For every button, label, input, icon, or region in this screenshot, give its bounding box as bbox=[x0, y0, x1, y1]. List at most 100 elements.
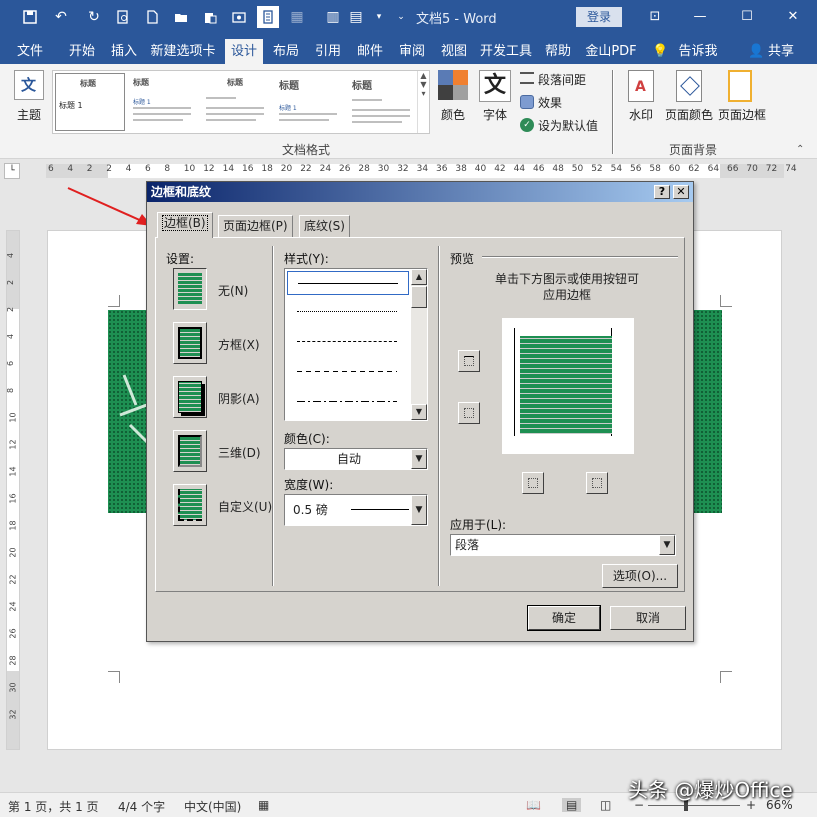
page-count[interactable]: 第 1 页，共 1 页 bbox=[8, 798, 99, 815]
gallery-scroll[interactable]: ▲ ▼ ▾ bbox=[417, 71, 429, 133]
minimize-icon[interactable]: — bbox=[685, 6, 715, 28]
setting-shadow-label[interactable]: 阴影(A) bbox=[218, 390, 260, 407]
login-button[interactable]: 登录 bbox=[576, 7, 622, 27]
style-scrollbar[interactable]: ▲ ▼ bbox=[411, 269, 427, 420]
gallery-item[interactable]: 标题 标题 1 bbox=[55, 73, 125, 131]
chevron-down-icon[interactable]: ▼ bbox=[411, 449, 427, 469]
tab-references[interactable]: 引用 bbox=[310, 39, 346, 64]
setting-3d-label[interactable]: 三维(D) bbox=[218, 444, 261, 461]
page-color-icon[interactable] bbox=[676, 70, 702, 102]
colors-label[interactable]: 颜色 bbox=[441, 106, 465, 123]
dialog-close-button[interactable]: ✕ bbox=[673, 185, 689, 199]
style-list[interactable]: ▲ ▼ bbox=[284, 268, 428, 421]
tab-file[interactable]: 文件 bbox=[12, 39, 48, 64]
tab-developer[interactable]: 开发工具 bbox=[478, 39, 534, 64]
macro-icon[interactable]: ▦ bbox=[258, 798, 269, 812]
apply-select[interactable]: 段落 ▼ bbox=[450, 534, 676, 556]
tab-shading[interactable]: 底纹(S) bbox=[299, 215, 350, 237]
tab-layout[interactable]: 布局 bbox=[268, 39, 304, 64]
tab-home[interactable]: 开始 bbox=[62, 39, 102, 64]
color-select[interactable]: 自动 ▼ bbox=[284, 448, 428, 470]
effects-label[interactable]: 效果 bbox=[538, 94, 562, 111]
vertical-ruler[interactable]: 4 2 2 4 6 8 10 12 14 16 18 20 22 24 26 28 30 32 bbox=[6, 230, 20, 750]
tab-insert[interactable]: 插入 bbox=[106, 39, 142, 64]
gallery-item[interactable]: 标题 标题 1 bbox=[128, 73, 198, 131]
style-gallery[interactable]: 标题 标题 1 标题 标题 1 标题 标题 标题 1 标题 ▲ ▼ ▾ bbox=[52, 70, 430, 134]
border-right-button[interactable] bbox=[586, 472, 608, 494]
chevron-down-icon[interactable]: ▾ bbox=[368, 6, 390, 28]
lightbulb-icon[interactable]: 💡 bbox=[652, 39, 668, 64]
style-item-dashed[interactable] bbox=[297, 371, 397, 372]
language[interactable]: 中文(中国) bbox=[184, 798, 241, 815]
table-icon[interactable]: ▦ bbox=[286, 6, 308, 28]
border-top-button[interactable] bbox=[458, 350, 480, 372]
help-button[interactable]: ? bbox=[654, 185, 670, 199]
scroll-up-icon[interactable]: ▲ bbox=[411, 269, 427, 285]
redo-icon[interactable]: ↻ bbox=[83, 6, 105, 28]
save-icon[interactable] bbox=[19, 6, 41, 28]
tab-pdf[interactable]: 金山PDF bbox=[584, 39, 638, 64]
tab-new[interactable]: 新建选项卡 bbox=[148, 39, 218, 64]
setting-shadow-icon[interactable] bbox=[173, 376, 207, 418]
check-icon[interactable]: ✓ bbox=[520, 118, 534, 132]
maximize-icon[interactable]: ☐ bbox=[732, 6, 762, 28]
preview-area[interactable] bbox=[502, 318, 634, 454]
web-layout-icon[interactable]: ◫ bbox=[600, 798, 611, 812]
columns-icon[interactable]: ▥ bbox=[322, 6, 344, 28]
zoom-slider[interactable] bbox=[648, 800, 740, 811]
page-border-label[interactable]: 页面边框 bbox=[718, 106, 766, 123]
tab-borders[interactable]: 边框(B) bbox=[157, 212, 213, 238]
horizontal-ruler[interactable]: └ 6 4 2 2 4 6 8 10 12 14 16 18 20 22 24 26 28 30 32 34 36 38 4… bbox=[0, 160, 817, 182]
tab-design[interactable]: 设计 bbox=[225, 39, 263, 64]
set-default-label[interactable]: 设为默认值 bbox=[538, 117, 598, 134]
gallery-item[interactable]: 标题 bbox=[201, 73, 271, 131]
undo-icon[interactable]: ↶ bbox=[50, 6, 72, 28]
scroll-thumb[interactable] bbox=[411, 286, 427, 308]
page-border-icon[interactable] bbox=[728, 70, 752, 102]
options-button[interactable]: 选项(O)... bbox=[602, 564, 678, 588]
ok-button[interactable]: 确定 bbox=[527, 605, 601, 631]
document-icon[interactable] bbox=[257, 6, 279, 28]
theme-icon[interactable]: 文 bbox=[14, 70, 44, 100]
cancel-button[interactable]: 取消 bbox=[610, 606, 686, 630]
para-spacing-icon[interactable] bbox=[520, 72, 534, 84]
read-mode-icon[interactable]: 📖 bbox=[526, 798, 541, 812]
screenshot-icon[interactable] bbox=[228, 6, 250, 28]
setting-none-label[interactable]: 无(N) bbox=[218, 282, 248, 299]
print-preview-icon[interactable] bbox=[112, 6, 134, 28]
gallery-item[interactable]: 标题 标题 1 bbox=[274, 73, 344, 131]
effects-icon[interactable] bbox=[520, 95, 534, 109]
fonts-icon[interactable]: 文 bbox=[479, 70, 511, 102]
setting-none-icon[interactable] bbox=[173, 268, 207, 310]
setting-box-label[interactable]: 方框(X) bbox=[218, 336, 260, 353]
person-icon[interactable]: 👤 bbox=[748, 39, 764, 64]
chevron-down-icon[interactable]: ▼ bbox=[659, 535, 675, 555]
scroll-down-icon[interactable]: ▼ bbox=[411, 404, 427, 420]
chart-icon[interactable]: ▤ bbox=[345, 6, 367, 28]
tab-help[interactable]: 帮助 bbox=[540, 39, 576, 64]
setting-3d-icon[interactable] bbox=[173, 430, 207, 472]
open-icon[interactable] bbox=[170, 6, 192, 28]
gallery-item[interactable]: 标题 bbox=[347, 73, 417, 131]
tab-mailings[interactable]: 邮件 bbox=[352, 39, 388, 64]
colors-icon[interactable] bbox=[438, 70, 468, 100]
share-button[interactable]: 共享 bbox=[764, 39, 798, 64]
theme-label[interactable]: 主题 bbox=[17, 106, 41, 123]
border-left-button[interactable] bbox=[522, 472, 544, 494]
tab-selector-icon[interactable]: └ bbox=[4, 163, 20, 179]
setting-custom-label[interactable]: 自定义(U) bbox=[218, 498, 272, 515]
tab-page-border[interactable]: 页面边框(P) bbox=[218, 215, 293, 237]
border-middle-button[interactable] bbox=[458, 402, 480, 424]
para-spacing-label[interactable]: 段落间距 bbox=[538, 71, 586, 88]
tab-review[interactable]: 审阅 bbox=[394, 39, 430, 64]
ribbon-display-icon[interactable]: ⊡ bbox=[640, 6, 670, 28]
watermark-label[interactable]: 水印 bbox=[629, 106, 653, 123]
tell-me[interactable]: 告诉我 bbox=[676, 39, 720, 64]
style-item-dashed-fine[interactable] bbox=[297, 341, 397, 342]
word-count[interactable]: 4/4 个字 bbox=[118, 798, 165, 815]
width-select[interactable]: 0.5 磅 ▼ bbox=[284, 494, 428, 526]
paste-icon[interactable] bbox=[199, 6, 221, 28]
collapse-ribbon-icon[interactable]: ⌃ bbox=[796, 144, 804, 155]
close-icon[interactable]: ✕ bbox=[778, 6, 808, 28]
setting-custom-icon[interactable] bbox=[173, 484, 207, 526]
